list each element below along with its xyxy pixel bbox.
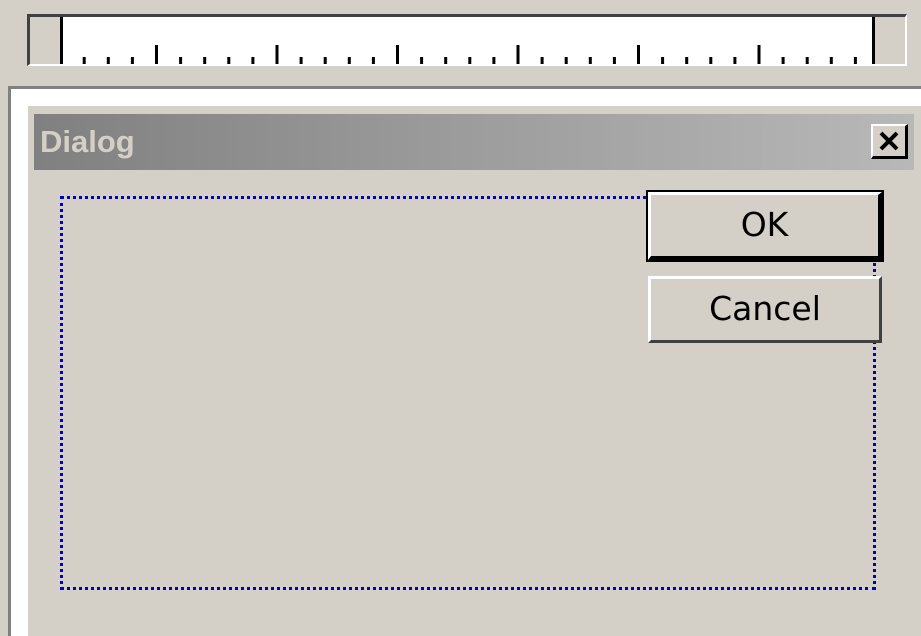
dialog-title: Dialog [40,124,135,159]
ruler-right-margin-handle[interactable] [872,17,905,64]
dialog-window[interactable]: Dialog OK Cancel [26,104,921,636]
ruler-ticks [34,45,905,64]
design-canvas: Dialog OK Cancel [8,86,921,636]
close-button[interactable] [871,124,908,159]
dialog-titlebar[interactable]: Dialog [34,114,914,170]
cancel-button[interactable]: Cancel [648,276,882,343]
ruler-left-margin-handle[interactable] [30,17,63,64]
close-icon [879,131,899,151]
horizontal-ruler[interactable] [27,14,907,66]
ok-button[interactable]: OK [646,190,884,262]
ruler-bar [0,0,921,76]
